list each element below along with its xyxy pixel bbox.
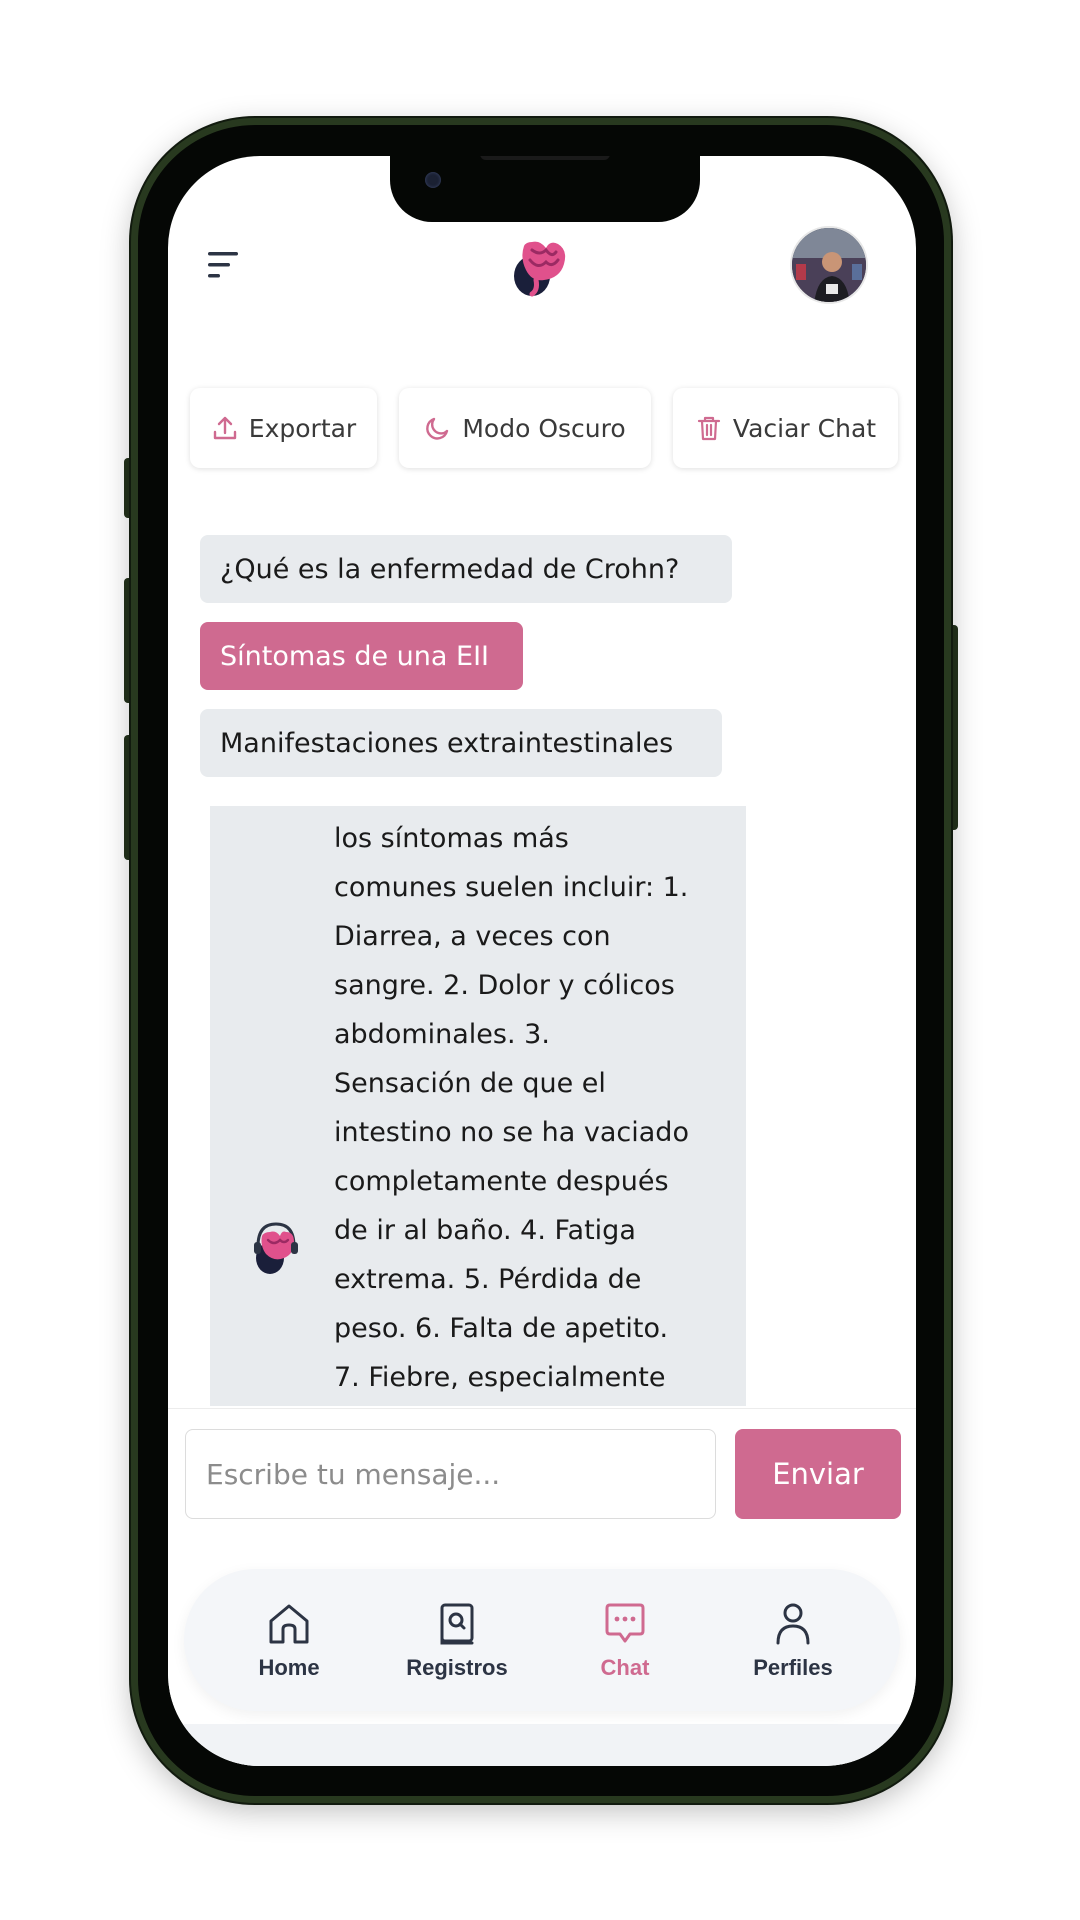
nav-label: Registros — [406, 1655, 508, 1680]
phone-screen: Exportar Modo Oscuro Vaciar Chat ¿Qué es… — [168, 156, 916, 1766]
home-icon — [269, 1604, 309, 1644]
bot-message-line: completamente después — [334, 1166, 669, 1197]
bot-message-line: peso. 6. Falta de apetito. — [334, 1313, 669, 1344]
bot-message-line: intestino no se ha vaciado — [334, 1117, 689, 1148]
bot-message-line: extrema. 5. Pérdida de — [334, 1264, 642, 1295]
suggestion-chip[interactable]: ¿Qué es la enfermedad de Crohn? — [200, 535, 732, 603]
bot-message-line: 7. Fiebre, especialmente — [334, 1362, 666, 1393]
chat-bubble-icon — [605, 1603, 645, 1643]
user-icon — [776, 1603, 810, 1645]
app-logo — [510, 236, 574, 300]
bot-message-bubble: los síntomas más comunes suelen incluir:… — [210, 806, 746, 1406]
export-label: Exportar — [248, 413, 357, 443]
user-avatar[interactable] — [790, 226, 868, 304]
avatar-photo-icon — [792, 228, 866, 302]
bot-message-line: Diarrea, a veces con — [334, 921, 611, 952]
bot-message-line: de ir al baño. 4. Fatiga — [334, 1215, 636, 1246]
menu-lines-icon — [208, 252, 238, 278]
bot-avatar — [250, 1218, 302, 1278]
clear-chat-label: Vaciar Chat — [732, 413, 877, 443]
moon-icon — [426, 417, 449, 440]
home-indicator-area — [168, 1724, 916, 1766]
nav-label: Home — [258, 1655, 320, 1680]
speaker — [480, 156, 610, 160]
suggestion-label: Manifestaciones extraintestinales — [220, 727, 674, 759]
chat-actions: Exportar Modo Oscuro Vaciar Chat — [190, 388, 902, 468]
intestine-logo-icon — [514, 241, 566, 297]
clear-chat-button[interactable]: Vaciar Chat — [673, 388, 898, 468]
message-input-bar: Enviar — [168, 1408, 916, 1538]
front-camera — [425, 172, 441, 188]
nav-item-perfiles[interactable]: Perfiles — [718, 1569, 868, 1711]
notch — [390, 156, 700, 222]
dark-mode-label: Modo Oscuro — [462, 413, 626, 443]
nav-label: Chat — [600, 1655, 650, 1680]
suggestion-label: Síntomas de una EII — [220, 640, 490, 672]
bot-message-line: comunes suelen incluir: 1. — [334, 872, 689, 903]
trash-icon — [697, 416, 721, 441]
records-book-icon — [440, 1603, 474, 1645]
nav-item-registros[interactable]: Registros — [382, 1569, 532, 1711]
upload-icon — [213, 416, 236, 440]
bot-message-line: abdominales. 3. — [334, 1019, 550, 1050]
export-button[interactable]: Exportar — [190, 388, 377, 468]
nav-item-chat[interactable]: Chat — [550, 1569, 700, 1711]
nav-item-home[interactable]: Home — [214, 1569, 364, 1711]
bot-message-line: sangre. 2. Dolor y cólicos — [334, 970, 675, 1001]
send-button[interactable]: Enviar — [735, 1429, 901, 1519]
bot-headset-icon — [254, 1222, 298, 1274]
bot-message-line: los síntomas más — [334, 823, 569, 854]
suggestion-label: ¿Qué es la enfermedad de Crohn? — [220, 553, 680, 585]
bot-message-line: Sensación de que el — [334, 1068, 606, 1099]
bottom-nav: Home Registros Chat Perfiles — [184, 1569, 900, 1711]
nav-label: Perfiles — [753, 1655, 833, 1680]
dark-mode-button[interactable]: Modo Oscuro — [399, 388, 651, 468]
message-input[interactable] — [185, 1429, 716, 1519]
suggestion-chip[interactable]: Manifestaciones extraintestinales — [200, 709, 722, 777]
suggestion-chip-selected[interactable]: Síntomas de una EII — [200, 622, 523, 690]
menu-button[interactable] — [206, 248, 242, 284]
bot-message-text: los síntomas más comunes suelen incluir:… — [334, 814, 734, 1402]
